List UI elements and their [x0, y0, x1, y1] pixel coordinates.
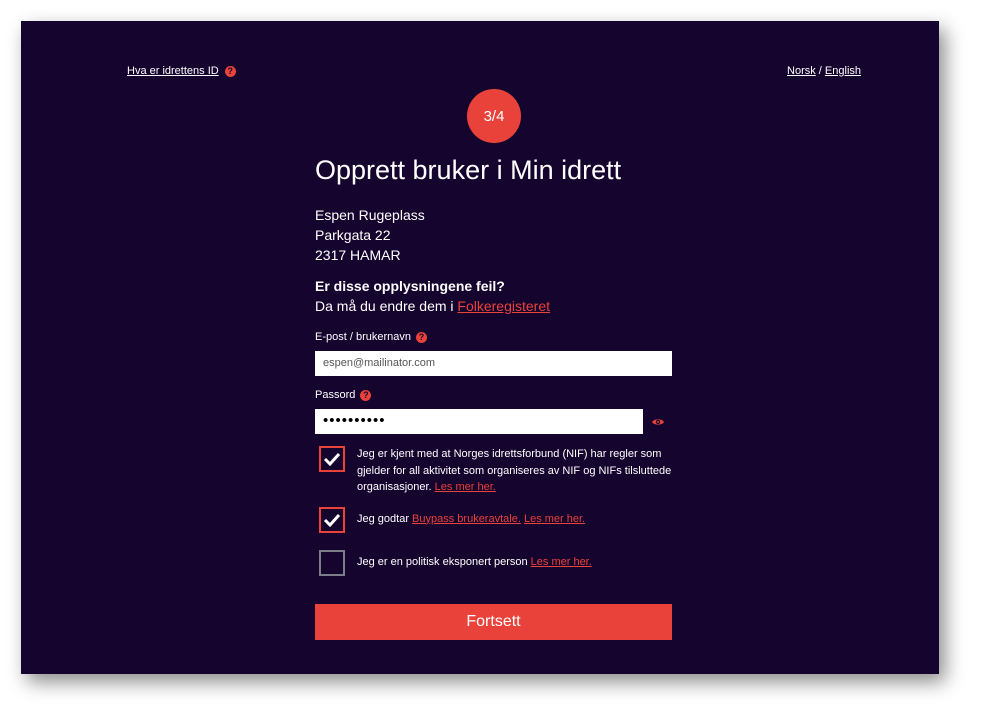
buypass-read-more-link[interactable]: Les mer her.	[524, 513, 585, 525]
lang-norsk-link[interactable]: Norsk	[787, 65, 816, 77]
pep-text: Jeg er en politisk eksponert person Les …	[357, 554, 675, 571]
nif-rules-text: Jeg er kjent med at Norges idrettsforbun…	[357, 446, 675, 496]
form-content: Opprett bruker i Min idrett Espen Rugepl…	[315, 151, 675, 640]
buypass-agreement-checkbox[interactable]	[319, 506, 345, 533]
buypass-text: Jeg godtar Buypass brukeravtale. Les mer…	[357, 511, 675, 528]
checkbox-row-pep: Jeg er en politisk eksponert person Les …	[315, 549, 675, 576]
wrong-info-change: Da må du endre dem i Folkeregisteret	[315, 296, 675, 317]
password-label-row: Passord ?	[315, 389, 675, 401]
email-field[interactable]: espen@mailinator.com	[315, 351, 672, 376]
continue-button[interactable]: Fortsett	[315, 603, 672, 640]
email-label: E-post / brukernavn	[315, 331, 411, 343]
lang-separator: /	[815, 65, 825, 77]
checkmark-icon	[323, 452, 341, 466]
question-circle-icon[interactable]: ?	[416, 331, 427, 343]
password-label: Passord	[315, 389, 356, 401]
pep-read-more-link[interactable]: Les mer her.	[531, 556, 592, 568]
login-panel: Hva er idrettens ID ? Norsk / English 3/…	[21, 21, 939, 674]
folkeregisteret-link[interactable]: Folkeregisteret	[457, 298, 550, 314]
nif-rules-checkbox[interactable]	[319, 446, 345, 472]
wrong-info-question: Er disse opplysningene feil?	[315, 278, 505, 294]
checkbox-row-nif-rules: Jeg er kjent med at Norges idrettsforbun…	[315, 446, 675, 496]
language-switcher: Norsk / English	[787, 65, 861, 77]
pep-label: Jeg er en politisk eksponert person	[357, 555, 531, 568]
address-city: 2317 HAMAR	[315, 247, 401, 263]
change-prefix: Da må du endre dem i	[315, 298, 458, 314]
step-indicator: 3/4	[467, 89, 521, 143]
buypass-label: Jeg godtar	[357, 512, 413, 525]
address-street: Parkgata 22	[315, 227, 391, 243]
whats-id-nav: Hva er idrettens ID ?	[127, 65, 236, 77]
password-field[interactable]: ••••••••••	[315, 409, 643, 434]
question-circle-icon[interactable]: ?	[224, 65, 236, 77]
question-circle-icon[interactable]: ?	[360, 389, 372, 401]
pep-checkbox[interactable]	[319, 549, 345, 576]
checkmark-icon	[323, 513, 341, 527]
eye-icon[interactable]	[651, 417, 665, 427]
nif-rules-read-more-link[interactable]: Les mer her.	[435, 481, 496, 493]
buypass-agreement-link[interactable]: Buypass brukeravtale.	[412, 513, 521, 525]
nif-rules-label: Jeg er kjent med at Norges idrettsforbun…	[357, 448, 672, 493]
address-name: Espen Rugeplass	[315, 207, 425, 223]
page-title: Opprett bruker i Min idrett	[315, 155, 622, 185]
checkbox-row-buypass: Jeg godtar Buypass brukeravtale. Les mer…	[315, 506, 675, 533]
password-row: ••••••••••	[315, 409, 675, 434]
whats-id-link[interactable]: Hva er idrettens ID	[127, 65, 219, 77]
lang-english-link[interactable]: English	[825, 65, 861, 77]
email-label-row: E-post / brukernavn ?	[315, 331, 675, 343]
address-block: Espen Rugeplass Parkgata 22 2317 HAMAR	[315, 205, 675, 265]
